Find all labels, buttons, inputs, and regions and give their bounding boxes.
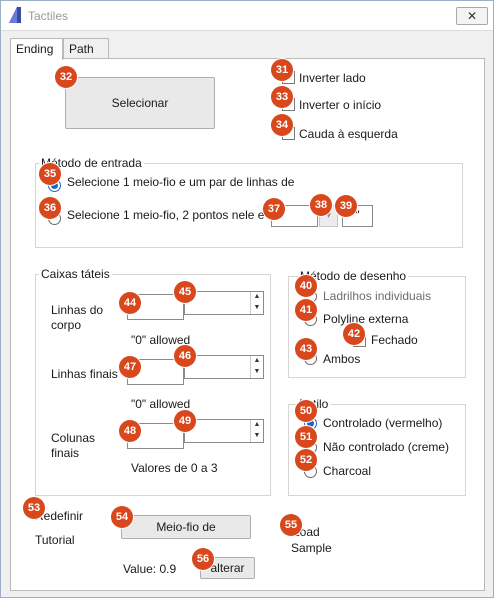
app-logo-icon (9, 7, 21, 23)
badge-50: 50 (295, 400, 317, 422)
fechado-label: Fechado (371, 333, 418, 347)
colunas-finais-spin-buttons[interactable]: ▲ ▼ (250, 420, 263, 442)
badge-49: 49 (174, 410, 196, 432)
value-readout: Value: 0.9 (123, 562, 177, 576)
spin-up-icon[interactable]: ▲ (251, 356, 263, 367)
badge-31: 31 (271, 59, 293, 81)
tactiles-window: Tactiles ✕ Ending Path Selecionar Invert… (0, 0, 494, 598)
badge-52: 52 (295, 449, 317, 471)
controlado-label: Controlado (vermelho) (323, 416, 443, 430)
option1-label: Selecione 1 meio-fio e um par de linhas … (67, 175, 295, 189)
ladrilhos-label: Ladrilhos individuais (323, 289, 432, 303)
option2-label: Selecione 1 meio-fio, 2 pontos nele e (67, 208, 265, 222)
selecionar-label: Selecionar (111, 96, 169, 110)
allowed2-note: "0" allowed (131, 397, 191, 411)
linhas-finais-spin-buttons[interactable]: ▲ ▼ (250, 356, 263, 378)
meio-fio-button[interactable]: Meio-fio de (121, 515, 251, 539)
title-bar[interactable]: Tactiles ✕ (1, 1, 493, 31)
colunas-finais-label: Colunas finais (51, 431, 96, 460)
caixas-tateis-legend: Caixas táteis (39, 267, 112, 281)
badge-56: 56 (192, 548, 214, 570)
badge-46: 46 (174, 345, 196, 367)
badge-40: 40 (295, 275, 317, 297)
badge-35: 35 (39, 163, 61, 185)
tab-path-label: Path (69, 42, 94, 56)
badge-42: 42 (343, 323, 365, 345)
badge-54: 54 (111, 506, 133, 528)
spin-down-icon[interactable]: ▼ (251, 367, 263, 378)
nao-controlado-label: Não controlado (creme) (323, 440, 450, 454)
alterar-label: alterar (210, 561, 245, 575)
window-title: Tactiles (28, 9, 69, 23)
meio-fio-label: Meio-fio de (156, 520, 216, 534)
badge-44: 44 (119, 292, 141, 314)
badge-51: 51 (295, 426, 317, 448)
badge-47: 47 (119, 356, 141, 378)
inverter-lado-label: Inverter lado (299, 71, 366, 85)
badge-37: 37 (263, 198, 285, 220)
badge-39: 39 (335, 195, 357, 217)
spin-up-icon[interactable]: ▲ (251, 420, 263, 431)
badge-48: 48 (119, 420, 141, 442)
spin-up-icon[interactable]: ▲ (251, 292, 263, 303)
spin-down-icon[interactable]: ▼ (251, 431, 263, 442)
close-button[interactable]: ✕ (456, 7, 488, 25)
polyline-label: Polyline externa (323, 312, 409, 326)
badge-38: 38 (310, 194, 332, 216)
selecionar-button[interactable]: Selecionar (65, 77, 215, 129)
ambos-label: Ambos (323, 352, 361, 366)
charcoal-label: Charcoal (323, 464, 372, 478)
badge-32: 32 (55, 66, 77, 88)
sample-link[interactable]: Sample (291, 541, 332, 555)
badge-45: 45 (174, 281, 196, 303)
linhas-corpo-spin-buttons[interactable]: ▲ ▼ (250, 292, 263, 314)
cauda-esquerda-label: Cauda à esquerda (299, 127, 398, 141)
close-icon: ✕ (466, 9, 478, 23)
badge-36: 36 (39, 197, 61, 219)
tutorial-link[interactable]: Tutorial (35, 533, 75, 547)
linhas-corpo-label: Linhas do corpo (51, 303, 104, 332)
inverter-inicio-label: Inverter o início (299, 98, 382, 112)
tab-path[interactable]: Path (63, 38, 109, 59)
range-note: Valores de 0 a 3 (131, 461, 218, 475)
badge-55: 55 (280, 514, 302, 536)
tab-ending[interactable]: Ending (10, 38, 63, 60)
badge-43: 43 (295, 338, 317, 360)
spin-down-icon[interactable]: ▼ (251, 303, 263, 314)
badge-33: 33 (271, 86, 293, 108)
tab-ending-label: Ending (16, 42, 54, 56)
badge-41: 41 (295, 299, 317, 321)
badge-34: 34 (271, 114, 293, 136)
linhas-finais-label: Linhas finais (51, 367, 118, 381)
badge-53: 53 (23, 497, 45, 519)
